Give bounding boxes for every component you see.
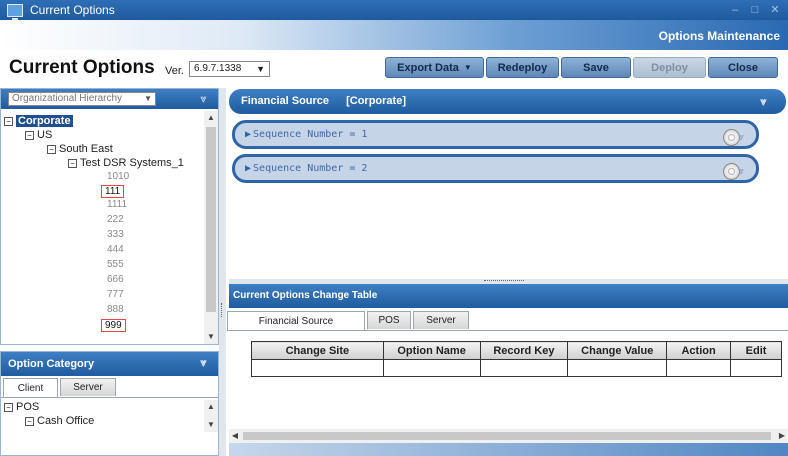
table-row[interactable] — [251, 359, 782, 377]
option-category-scrollbar[interactable]: ▲ ▼ — [204, 400, 218, 432]
tree-leaf[interactable]: 777 — [107, 288, 124, 302]
scroll-thumb[interactable] — [206, 127, 216, 312]
tree-leaf[interactable]: 1111 — [107, 198, 127, 212]
column-header[interactable]: Change Site — [251, 341, 384, 360]
maximize-button[interactable]: □ — [748, 3, 762, 17]
collapse-chevron-icon[interactable]: ⩔ — [197, 93, 210, 105]
splitter-grip-icon[interactable] — [484, 280, 524, 282]
tree-node-south-east[interactable]: − South East — [47, 142, 113, 156]
scroll-up-arrow-icon[interactable]: ▲ — [204, 111, 218, 125]
tree-node-cash-office[interactable]: − Cash Office — [25, 414, 94, 428]
tree-leaf[interactable]: 666 — [107, 273, 124, 287]
collapse-icon[interactable]: − — [47, 145, 56, 154]
export-data-button[interactable]: Export Data ▼ — [385, 57, 484, 78]
option-category-panel: Option Category ⩔ Client Server − POS − Ca… — [0, 351, 219, 456]
tab-client[interactable]: Client — [3, 378, 58, 397]
save-button[interactable]: Save — [561, 57, 631, 78]
tree-node-test-dsr[interactable]: − Test DSR Systems_1 — [68, 156, 184, 170]
tab-divider — [227, 330, 788, 331]
tree-node-corporate[interactable]: − Corporate — [4, 114, 73, 128]
horizontal-scrollbar[interactable]: ◀ ▶ — [229, 429, 788, 443]
table-cell — [666, 359, 732, 377]
table-cell — [730, 359, 782, 377]
tree-leaf[interactable]: 444 — [107, 243, 124, 257]
column-header[interactable]: Change Value — [567, 341, 668, 360]
minimize-button[interactable]: – — [728, 3, 742, 17]
scroll-down-arrow-icon[interactable]: ▼ — [204, 418, 218, 432]
hierarchy-header: Organizational Hierarchy ▼ ⩔ — [1, 89, 218, 109]
chevron-down-icon[interactable]: ⩔ — [738, 160, 744, 183]
scroll-down-arrow-icon[interactable]: ▼ — [204, 330, 218, 344]
collapse-icon[interactable]: − — [4, 117, 13, 126]
tree-node-us[interactable]: − US — [25, 128, 52, 142]
option-category-header: Option Category ⩔ — [1, 352, 218, 376]
table-cell — [479, 359, 569, 377]
tree-leaf[interactable]: 999 — [101, 318, 126, 332]
window-title: Current Options — [30, 3, 115, 17]
tree-leaf[interactable]: 1010 — [107, 170, 129, 184]
tree-leaf[interactable]: 555 — [107, 258, 124, 272]
redeploy-button[interactable]: Redeploy — [486, 57, 559, 78]
collapse-icon[interactable]: − — [68, 159, 77, 168]
expand-arrow-icon[interactable]: ▶ — [245, 163, 251, 174]
hierarchy-select[interactable]: Organizational Hierarchy ▼ — [8, 92, 156, 106]
hierarchy-tree: − Corporate − US − South East − Test DSR Sys… — [1, 111, 204, 344]
column-header[interactable]: Action — [666, 341, 732, 360]
financial-source-header: Financial Source [Corporate] ⩔ — [229, 89, 786, 114]
chevron-down-icon[interactable]: ⩔ — [738, 126, 744, 149]
collapse-chevron-icon[interactable]: ⩔ — [197, 357, 210, 369]
column-header[interactable]: Record Key — [479, 341, 569, 360]
scroll-right-arrow-icon[interactable]: ▶ — [776, 429, 788, 443]
tree-leaf[interactable]: 888 — [107, 303, 124, 317]
status-bar — [229, 443, 788, 456]
page-title: Current Options — [9, 57, 155, 78]
deploy-button[interactable]: Deploy — [633, 57, 706, 78]
tree-leaf[interactable]: 222 — [107, 213, 124, 227]
window-title-bar: Current Options – □ ✕ — [0, 0, 788, 20]
splitter-grip-icon[interactable] — [221, 303, 224, 317]
vertical-splitter[interactable] — [219, 88, 226, 456]
table-cell — [382, 359, 481, 377]
sequence-row[interactable]: ▶ Sequence Number = 1 ⩔ — [232, 120, 759, 149]
scroll-thumb[interactable] — [243, 432, 771, 440]
dropdown-arrow-icon: ▼ — [256, 64, 265, 74]
sequence-row[interactable]: ▶ Sequence Number = 2 ⩔ — [232, 154, 759, 183]
scroll-up-arrow-icon[interactable]: ▲ — [204, 400, 218, 414]
version-label: Ver. — [165, 65, 184, 77]
collapse-icon[interactable]: − — [25, 131, 34, 140]
change-table: Change Site Option Name Record Key Chang… — [251, 341, 782, 377]
column-header[interactable]: Option Name — [382, 341, 481, 360]
collapse-icon[interactable]: − — [25, 417, 34, 426]
change-table-header: Current Options Change Table — [229, 284, 788, 308]
collapse-icon[interactable]: − — [4, 403, 13, 412]
tab-financial-source[interactable]: Financial Source — [227, 311, 365, 331]
monitor-icon — [7, 3, 23, 20]
tab-divider — [1, 397, 218, 398]
dropdown-arrow-icon: ▼ — [463, 63, 472, 72]
collapse-chevron-icon[interactable]: ⩔ — [757, 96, 770, 108]
tab-pos[interactable]: POS — [367, 311, 411, 329]
tree-node-pos[interactable]: − POS — [4, 400, 39, 414]
column-header[interactable]: Edit — [730, 341, 782, 360]
dropdown-arrow-icon: ▼ — [144, 94, 152, 103]
banner-title: Options Maintenance — [658, 29, 780, 43]
expand-arrow-icon[interactable]: ▶ — [245, 129, 251, 140]
tab-server[interactable]: Server — [413, 311, 469, 329]
tab-server[interactable]: Server — [60, 378, 116, 396]
hierarchy-scrollbar[interactable]: ▲ ▼ — [204, 111, 218, 344]
close-window-button[interactable]: ✕ — [768, 3, 782, 17]
table-cell — [251, 359, 384, 377]
close-button[interactable]: Close — [708, 57, 778, 78]
version-value: 6.9.7.1338 — [194, 63, 242, 74]
toolbar: Export Data ▼ Redeploy Save Deploy Close — [385, 57, 778, 78]
tree-leaf[interactable]: 111 — [101, 184, 125, 198]
header-banner: Options Maintenance — [0, 20, 788, 50]
version-select[interactable]: 6.9.7.1338 ▼ — [189, 61, 270, 77]
table-cell — [567, 359, 668, 377]
hierarchy-panel: Organizational Hierarchy ▼ ⩔ − Corporate … — [0, 88, 219, 345]
scroll-left-arrow-icon[interactable]: ◀ — [229, 429, 241, 443]
tree-leaf[interactable]: 333 — [107, 228, 124, 242]
